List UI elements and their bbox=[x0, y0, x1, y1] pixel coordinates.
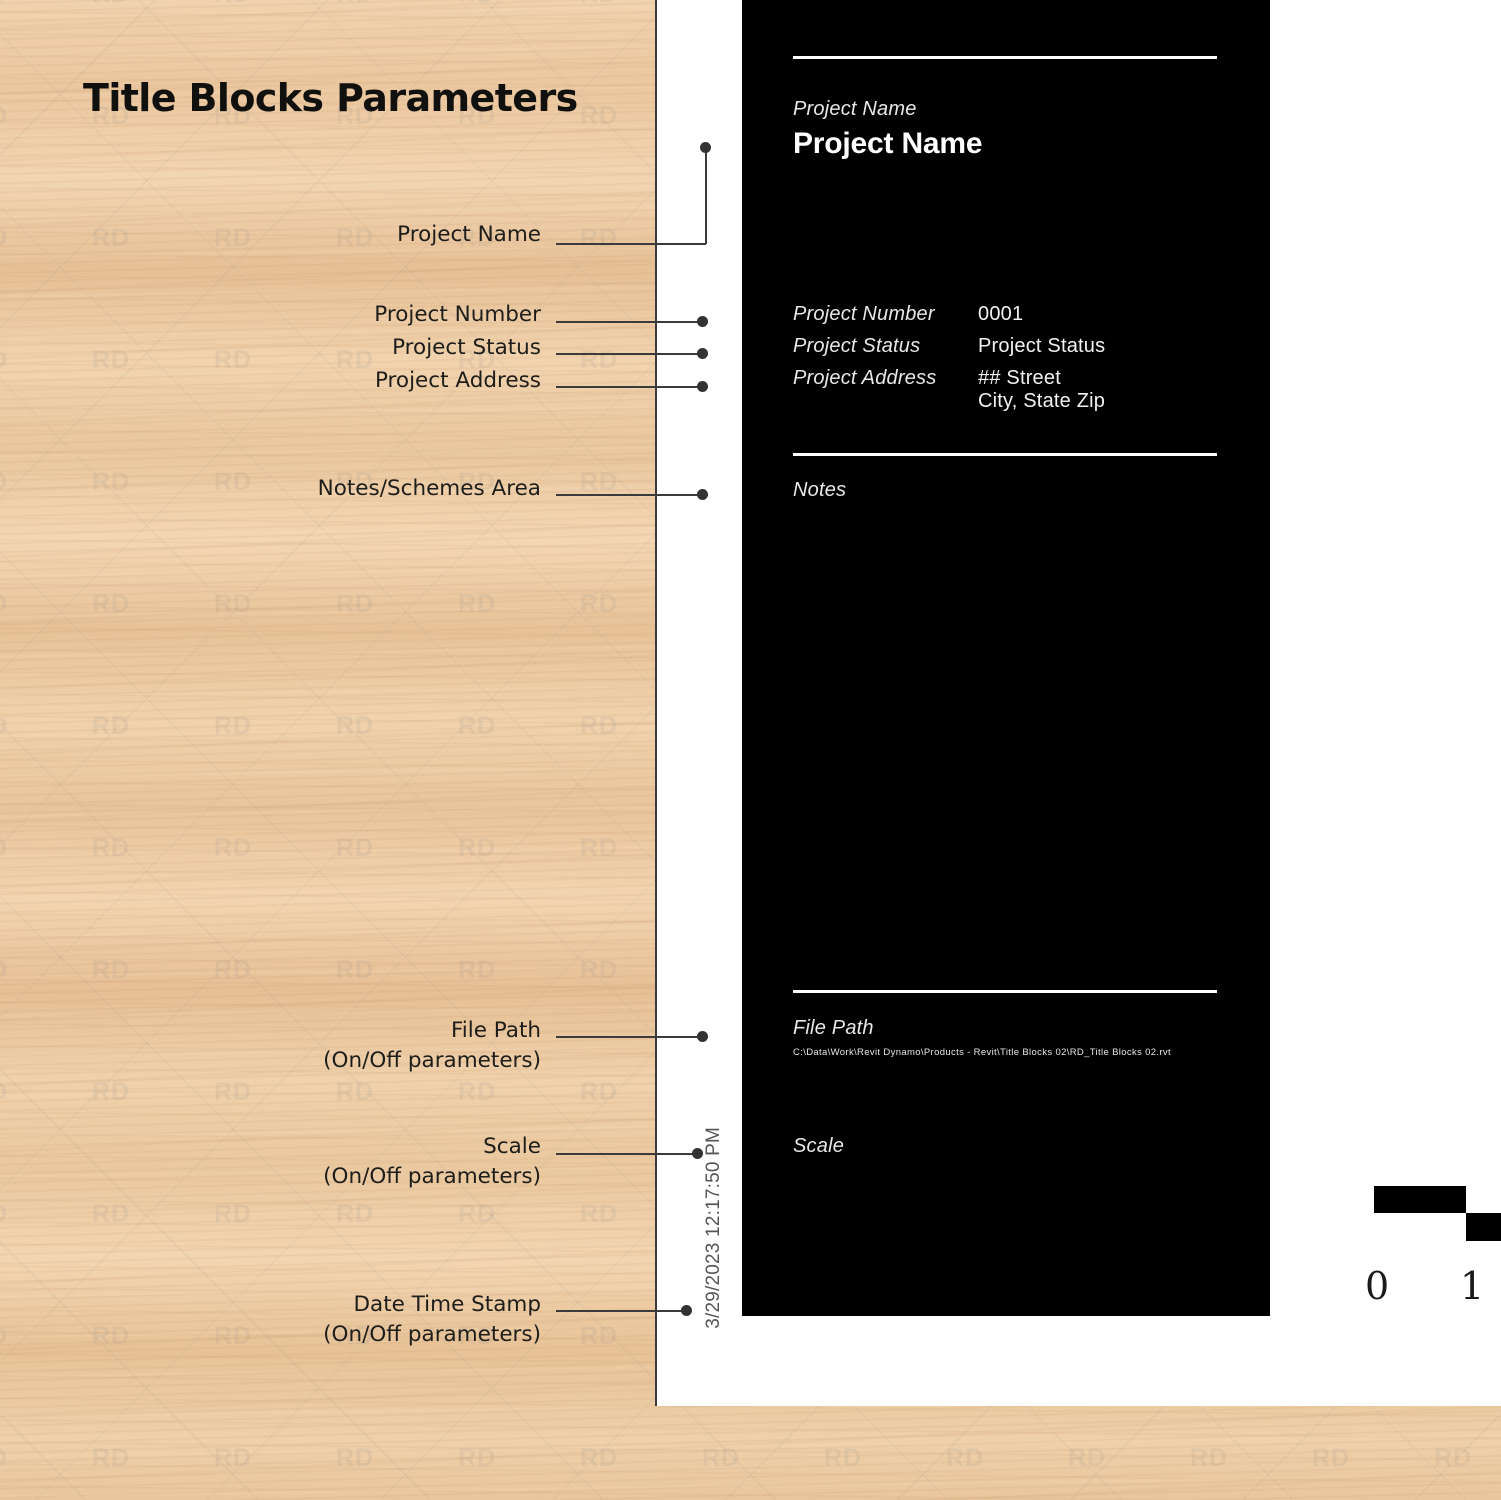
leader-dot-project-number bbox=[697, 316, 708, 327]
project-name-label: Project Name bbox=[793, 98, 917, 120]
leader-line-date-time-stamp bbox=[556, 1310, 690, 1312]
scale-label: Scale bbox=[793, 1135, 845, 1157]
project-address-line-2: City, State Zip bbox=[978, 390, 1106, 412]
callout-label-project-status: Project Status bbox=[392, 335, 541, 360]
file-path-value: C:\Data\Work\Revit Dynamo\Products - Rev… bbox=[793, 1047, 1172, 1058]
leader-line-scale bbox=[556, 1153, 702, 1155]
callout-label-project-name: Project Name bbox=[397, 222, 541, 247]
callout-label-date-time-stamp: Date Time Stamp (On/Off parameters) bbox=[323, 1290, 541, 1350]
project-name-value: Project Name bbox=[793, 127, 983, 160]
project-status-row: Project Status Project Status bbox=[793, 335, 1233, 358]
leader-dot-date-time-stamp bbox=[681, 1305, 692, 1316]
date-time-stamp-value: 3/29/2023 12:17:50 PM bbox=[703, 1127, 724, 1329]
project-status-value: Project Status bbox=[978, 335, 1106, 357]
leader-riser-project-name bbox=[705, 150, 707, 244]
project-number-label: Project Number bbox=[793, 303, 935, 325]
callout-label-project-address: Project Address bbox=[374, 368, 541, 393]
callout-sublabel-file-path: (On/Off parameters) bbox=[323, 1048, 541, 1073]
leader-dot-scale bbox=[692, 1148, 703, 1159]
title-block-rule-notes bbox=[793, 453, 1217, 456]
project-status-label: Project Status bbox=[793, 335, 921, 357]
leader-dot-project-address bbox=[697, 381, 708, 392]
screenshot-root: RDRDRDRDRDRDRDRDRDRDRDRDRDRDRDRDRDRDRDRD… bbox=[0, 0, 1501, 1500]
leader-dot-project-status bbox=[697, 348, 708, 359]
scale-bar-start-label: 0 bbox=[1365, 1264, 1390, 1308]
scale-bar-segment-lower bbox=[1466, 1213, 1501, 1241]
callout-label-scale: Scale (On/Off parameters) bbox=[323, 1132, 541, 1192]
page-title: Title Blocks Parameters bbox=[83, 76, 578, 120]
project-address-row: Project Address ## Street City, State Zip bbox=[793, 367, 1233, 413]
callout-sublabel-date-time-stamp: (On/Off parameters) bbox=[323, 1322, 541, 1347]
leader-dot-notes-area bbox=[697, 489, 708, 500]
leader-dot-file-path bbox=[697, 1031, 708, 1042]
leader-dot-project-name bbox=[700, 142, 711, 153]
project-number-value: 0001 bbox=[978, 303, 1024, 325]
notes-label: Notes bbox=[793, 479, 847, 501]
callout-label-project-number: Project Number bbox=[374, 302, 541, 327]
scale-bar-segment-upper bbox=[1374, 1186, 1466, 1213]
project-address-line-1: ## Street bbox=[978, 367, 1061, 389]
callout-label-notes-area: Notes/Schemes Area bbox=[317, 476, 541, 501]
project-address-label: Project Address bbox=[793, 367, 937, 389]
leader-line-project-name bbox=[556, 243, 706, 245]
leader-line-project-number bbox=[556, 321, 708, 323]
project-number-row: Project Number 0001 bbox=[793, 303, 1233, 326]
leader-line-file-path bbox=[556, 1036, 708, 1038]
project-address-value: ## Street City, State Zip bbox=[978, 367, 1105, 413]
callout-sublabel-scale: (On/Off parameters) bbox=[323, 1164, 541, 1189]
scale-bar-end-label: 1 bbox=[1460, 1264, 1485, 1308]
file-path-label: File Path bbox=[793, 1017, 874, 1039]
title-block-panel: Project Name Project Name Project Number… bbox=[742, 0, 1270, 1316]
title-block-rule-footer bbox=[793, 990, 1217, 993]
sheet-left-border bbox=[655, 0, 657, 1406]
scale-bar-graphic: 0 1 bbox=[1365, 1186, 1501, 1316]
callout-label-file-path: File Path (On/Off parameters) bbox=[323, 1016, 541, 1076]
leader-line-notes-area bbox=[556, 494, 708, 496]
leader-line-project-address bbox=[556, 386, 708, 388]
title-block-rule-top bbox=[793, 56, 1217, 59]
leader-line-project-status bbox=[556, 353, 708, 355]
